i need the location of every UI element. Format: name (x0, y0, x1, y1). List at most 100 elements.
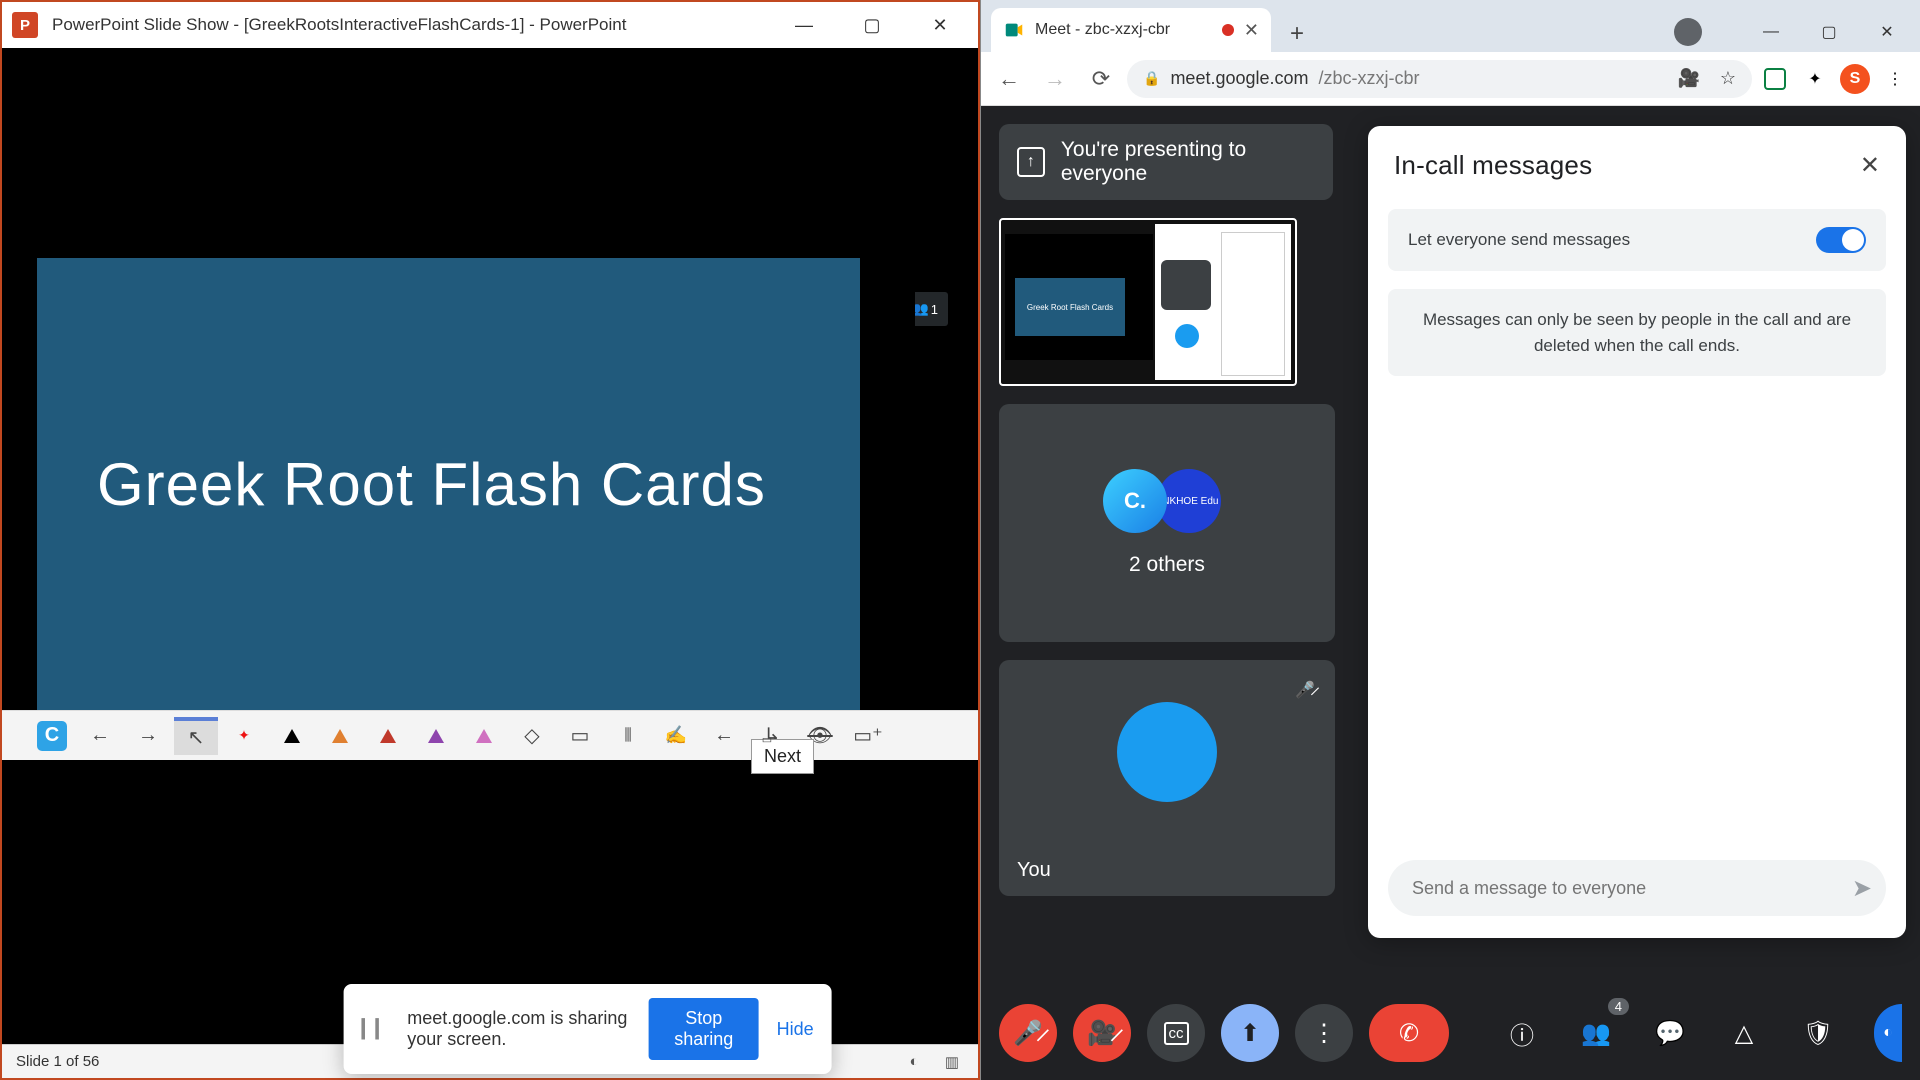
next-tooltip: Next (751, 739, 814, 774)
reload-button[interactable]: ⟳ (1081, 59, 1121, 99)
laser-tool[interactable]: ✦ (222, 717, 266, 755)
close-button[interactable]: ✕ (906, 2, 974, 48)
chat-toggle-label: Let everyone send messages (1408, 230, 1630, 250)
slideshow-settings[interactable]: ▭⁺ (846, 717, 890, 755)
chrome-minimize-button[interactable]: — (1742, 12, 1800, 52)
side-panel-toggle[interactable]: ◐ (1874, 1004, 1902, 1062)
presentation-thumbnail[interactable]: Greek Root Flash Cards (999, 218, 1297, 386)
chrome-menu-button[interactable]: ⋮ (1878, 62, 1912, 96)
pick-name-tool[interactable]: ✍ (654, 717, 698, 755)
pause-icon: ▎▎ (362, 1019, 390, 1040)
activities-button[interactable]: △ (1715, 1004, 1773, 1062)
profile-guest-icon[interactable] (1674, 18, 1702, 46)
presenting-banner: You're presenting to everyone (999, 124, 1333, 200)
more-options-button[interactable]: ⋮ (1295, 1004, 1353, 1062)
captions-button[interactable]: cc (1147, 1004, 1205, 1062)
present-button[interactable]: ⬆ (1221, 1004, 1279, 1062)
stop-sharing-button[interactable]: Stop sharing (649, 998, 759, 1060)
meeting-details-button[interactable]: ⓘ (1493, 1004, 1551, 1062)
url-path: /zbc-xzxj-cbr (1319, 68, 1420, 89)
chat-title: In-call messages (1394, 150, 1860, 181)
chrome-close-button[interactable]: ✕ (1858, 12, 1916, 52)
powerpoint-app-icon: P (12, 12, 38, 38)
new-tab-button[interactable]: + (1279, 16, 1315, 52)
self-avatar (1117, 702, 1217, 802)
meet-content: You're presenting to everyone Greek Root… (981, 106, 1920, 1080)
whiteboard-tool[interactable]: ▭ (558, 717, 602, 755)
powerpoint-titlebar: P PowerPoint Slide Show - [GreekRootsInt… (2, 2, 978, 48)
extensions-puzzle-icon[interactable]: ✦ (1798, 62, 1832, 96)
people-badge: 4 (1608, 998, 1629, 1015)
self-tile[interactable]: 🎤̷ You (999, 660, 1335, 896)
tab-title: Meet - zbc-xzxj-cbr (1035, 21, 1170, 39)
pen-pink[interactable] (462, 717, 506, 755)
recording-indicator-icon (1222, 24, 1234, 36)
presenting-text: You're presenting to everyone (1061, 138, 1315, 186)
chat-button[interactable]: 💬 (1641, 1004, 1699, 1062)
toolbar-prev[interactable]: ← (702, 717, 746, 755)
chat-input-row: ➤ (1388, 860, 1886, 916)
people-button[interactable]: 👥4 (1567, 1004, 1625, 1062)
camera-indicator-icon[interactable]: 🎥 (1677, 68, 1699, 89)
participant-avatars: INKHOE Edu (1113, 469, 1221, 533)
status-icon-1[interactable]: ◐ (902, 1050, 926, 1074)
back-button[interactable]: ← (989, 59, 1029, 99)
chat-permission-toggle[interactable] (1816, 227, 1866, 253)
chat-message-input[interactable] (1412, 878, 1852, 899)
others-tile[interactable]: INKHOE Edu 2 others (999, 404, 1335, 642)
pen-red[interactable] (366, 717, 410, 755)
lock-icon: 🔒 (1143, 70, 1160, 87)
chrome-profile-avatar[interactable]: S (1838, 62, 1872, 96)
send-icon[interactable]: ➤ (1852, 874, 1872, 903)
status-icon-2[interactable]: ▥ (940, 1050, 964, 1074)
presenter-toolbar: C ← → ↖ ✦ ◇ ▭ ⫼ ✍ ← ↳▭ 👁 ▭⁺ (2, 710, 978, 760)
mic-muted-icon: 🎤̷ (1289, 674, 1321, 706)
hide-sharing-bar[interactable]: Hide (777, 1019, 814, 1040)
powerpoint-window: P PowerPoint Slide Show - [GreekRootsInt… (0, 0, 980, 1080)
bookmark-star-icon[interactable]: ☆ (1720, 68, 1736, 89)
classpoint-icon[interactable]: C (30, 717, 74, 755)
eraser-tool[interactable]: ◇ (510, 717, 554, 755)
meet-controls: 🎤̷ 🎥̷ cc ⬆ ⋮ ✆ ⓘ 👥4 💬 △ 🛡 ◐ (981, 986, 1920, 1080)
slide-title: Greek Root Flash Cards (97, 450, 766, 519)
minimize-button[interactable]: — (770, 2, 838, 48)
chrome-tabstrip: Meet - zbc-xzxj-cbr ✕ + — ▢ ✕ (981, 0, 1920, 52)
camera-button[interactable]: 🎥̷ (1073, 1004, 1131, 1062)
chat-close-button[interactable]: ✕ (1860, 151, 1880, 180)
slideshow-area: class code 44463 👥 1 Greek Root Flash Ca… (2, 48, 978, 1044)
present-icon (1017, 147, 1045, 177)
poll-tool[interactable]: ⫼ (606, 717, 650, 755)
address-bar[interactable]: 🔒 meet.google.com/zbc-xzxj-cbr 🎥 ☆ (1127, 60, 1752, 98)
screen-sharing-bar: ▎▎ meet.google.com is sharing your scree… (344, 984, 832, 1074)
cursor-tool[interactable]: ↖ (174, 717, 218, 755)
avatar-1 (1103, 469, 1167, 533)
pen-orange[interactable] (318, 717, 362, 755)
url-host: meet.google.com (1170, 68, 1308, 89)
prev-slide-button[interactable]: ← (78, 717, 122, 755)
browser-tab[interactable]: Meet - zbc-xzxj-cbr ✕ (991, 8, 1271, 52)
pen-purple[interactable] (414, 717, 458, 755)
slide-counter: Slide 1 of 56 (16, 1053, 99, 1070)
current-slide[interactable]: Greek Root Flash Cards (37, 258, 915, 710)
host-controls-button[interactable]: 🛡 (1789, 1004, 1847, 1062)
others-label: 2 others (1129, 553, 1205, 577)
self-label: You (1017, 859, 1051, 882)
chat-panel: In-call messages ✕ Let everyone send mes… (1368, 126, 1906, 938)
close-tab-button[interactable]: ✕ (1244, 20, 1259, 41)
maximize-button[interactable]: ▢ (838, 2, 906, 48)
thumb-slide-text: Greek Root Flash Cards (1015, 278, 1125, 336)
chrome-toolbar: ← → ⟳ 🔒 meet.google.com/zbc-xzxj-cbr 🎥 ☆… (981, 52, 1920, 106)
forward-button[interactable]: → (1035, 59, 1075, 99)
next-slide-button[interactable]: → (126, 717, 170, 755)
meet-favicon (1003, 19, 1025, 41)
chrome-maximize-button[interactable]: ▢ (1800, 12, 1858, 52)
chrome-window: Meet - zbc-xzxj-cbr ✕ + — ▢ ✕ ← → ⟳ 🔒 me… (980, 0, 1920, 1080)
chat-permission-row: Let everyone send messages (1388, 209, 1886, 271)
leave-call-button[interactable]: ✆ (1369, 1004, 1449, 1062)
mic-button[interactable]: 🎤̷ (999, 1004, 1057, 1062)
powerpoint-window-title: PowerPoint Slide Show - [GreekRootsInter… (52, 15, 770, 35)
pen-black[interactable] (270, 717, 314, 755)
sharing-message: meet.google.com is sharing your screen. (407, 1008, 631, 1050)
chat-info-text: Messages can only be seen by people in t… (1388, 289, 1886, 376)
extension-icon[interactable] (1758, 62, 1792, 96)
